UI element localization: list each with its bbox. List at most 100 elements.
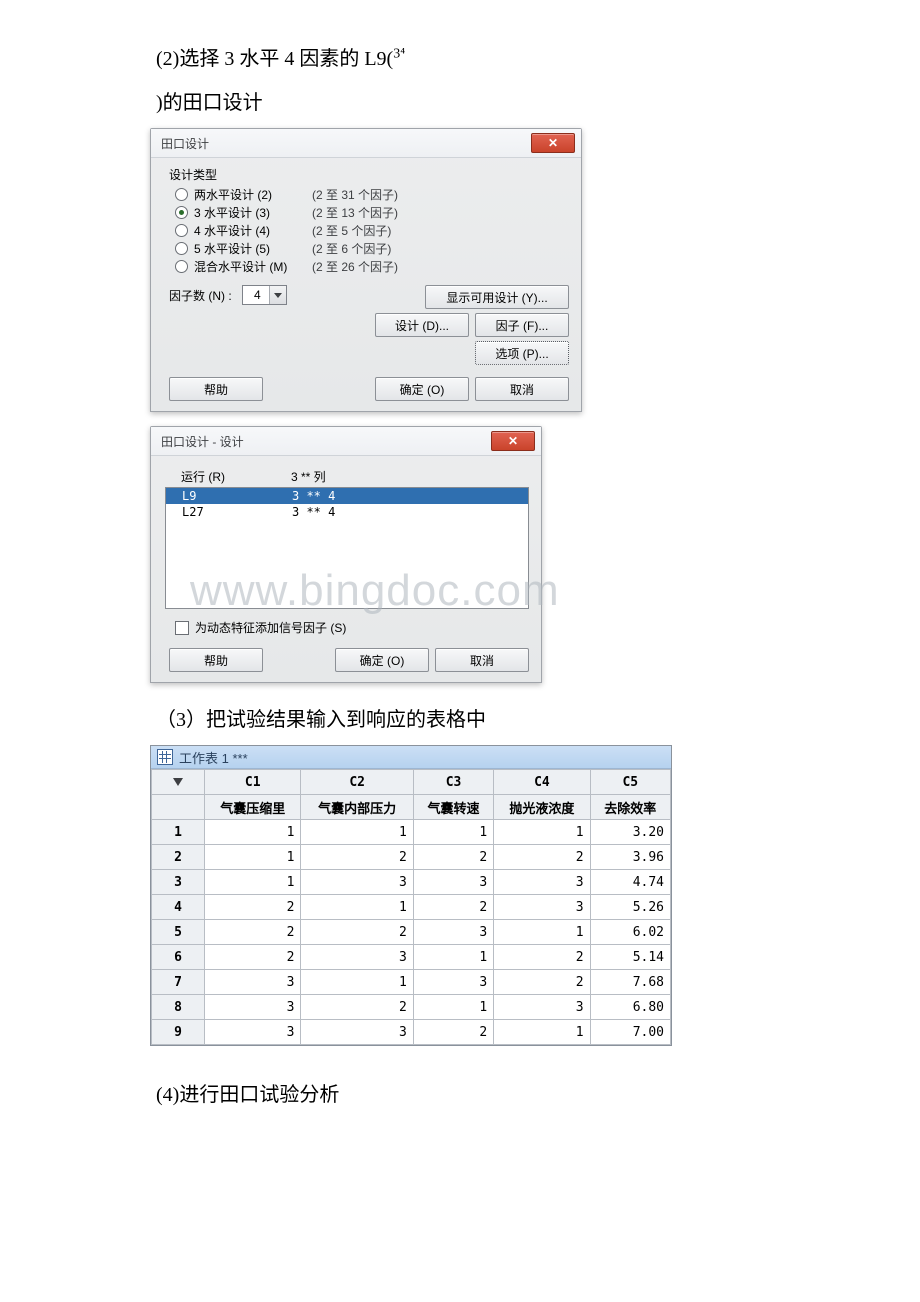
cell[interactable]: 2 (413, 1020, 493, 1045)
col-header[interactable]: C5 (590, 770, 670, 795)
row-header[interactable]: 2 (152, 845, 205, 870)
options-button[interactable]: 选项 (P)... (475, 341, 569, 365)
cell[interactable]: 1 (301, 970, 413, 995)
col-header[interactable]: C3 (413, 770, 493, 795)
col-name[interactable]: 气囊内部压力 (301, 795, 413, 820)
row-header[interactable]: 8 (152, 995, 205, 1020)
cell[interactable]: 2 (494, 970, 590, 995)
col-name[interactable]: 气囊转速 (413, 795, 493, 820)
radio-2level[interactable]: 两水平设计 (2) (2 至 31 个因子) (165, 185, 569, 203)
cell[interactable]: 1 (413, 945, 493, 970)
cell[interactable]: 2 (494, 945, 590, 970)
table-corner[interactable] (152, 770, 205, 795)
table-row[interactable]: 832136.80 (152, 995, 671, 1020)
cell[interactable]: 2 (494, 845, 590, 870)
table-row[interactable]: 111113.20 (152, 820, 671, 845)
cell[interactable]: 2 (413, 895, 493, 920)
cell[interactable]: 4.74 (590, 870, 670, 895)
table-row[interactable]: 522316.02 (152, 920, 671, 945)
cell[interactable]: 2 (205, 920, 301, 945)
cell[interactable]: 1 (494, 920, 590, 945)
radio-icon (175, 206, 188, 219)
row-header[interactable]: 9 (152, 1020, 205, 1045)
list-item[interactable]: L27 3 ** 4 (166, 504, 528, 520)
row-header[interactable]: 7 (152, 970, 205, 995)
show-designs-button[interactable]: 显示可用设计 (Y)... (425, 285, 569, 309)
radio-icon (175, 188, 188, 201)
cell[interactable]: 7.00 (590, 1020, 670, 1045)
cell[interactable]: 3.20 (590, 820, 670, 845)
col-header[interactable]: C4 (494, 770, 590, 795)
design-button[interactable]: 设计 (D)... (375, 313, 469, 337)
cell[interactable]: 3.96 (590, 845, 670, 870)
factors-button[interactable]: 因子 (F)... (475, 313, 569, 337)
radio-5level[interactable]: 5 水平设计 (5) (2 至 6 个因子) (165, 239, 569, 257)
cell[interactable]: 6.02 (590, 920, 670, 945)
signal-factor-checkbox[interactable]: 为动态特征添加信号因子 (S) (175, 619, 529, 636)
list-item[interactable]: L9 3 ** 4 (166, 488, 528, 504)
data-table[interactable]: C1 C2 C3 C4 C5 气囊压缩里 气囊内部压力 气囊转速 抛光液浓度 去… (151, 769, 671, 1045)
close-button[interactable]: ✕ (531, 133, 575, 153)
cell[interactable]: 3 (205, 970, 301, 995)
close-button[interactable]: ✕ (491, 431, 535, 451)
cell[interactable]: 3 (301, 1020, 413, 1045)
cell[interactable]: 6.80 (590, 995, 670, 1020)
cell[interactable]: 2 (205, 945, 301, 970)
cell[interactable]: 3 (413, 920, 493, 945)
cell[interactable]: 3 (413, 970, 493, 995)
cell[interactable]: 3 (301, 870, 413, 895)
row-header[interactable]: 3 (152, 870, 205, 895)
cell[interactable]: 1 (413, 995, 493, 1020)
cell[interactable]: 1 (205, 870, 301, 895)
cell[interactable]: 3 (301, 945, 413, 970)
col-header[interactable]: C2 (301, 770, 413, 795)
ok-button[interactable]: 确定 (O) (375, 377, 469, 401)
cell[interactable]: 1 (494, 820, 590, 845)
cell[interactable]: 7.68 (590, 970, 670, 995)
row-header[interactable]: 6 (152, 945, 205, 970)
table-row[interactable]: 731327.68 (152, 970, 671, 995)
cell[interactable]: 1 (205, 845, 301, 870)
cell[interactable]: 1 (301, 895, 413, 920)
cell[interactable]: 5.14 (590, 945, 670, 970)
factor-count-combo[interactable]: 4 (242, 285, 287, 305)
help-button[interactable]: 帮助 (169, 648, 263, 672)
cell[interactable]: 3 (494, 870, 590, 895)
cell[interactable]: 3 (205, 1020, 301, 1045)
col-header[interactable]: C1 (205, 770, 301, 795)
cell[interactable]: 2 (205, 895, 301, 920)
table-row[interactable]: 933217.00 (152, 1020, 671, 1045)
radio-3level[interactable]: 3 水平设计 (3) (2 至 13 个因子) (165, 203, 569, 221)
table-row[interactable]: 212223.96 (152, 845, 671, 870)
radio-4level[interactable]: 4 水平设计 (4) (2 至 5 个因子) (165, 221, 569, 239)
cell[interactable]: 2 (301, 995, 413, 1020)
col-name[interactable]: 去除效率 (590, 795, 670, 820)
cell[interactable]: 2 (301, 845, 413, 870)
cell[interactable]: 3 (205, 995, 301, 1020)
radio-mixed[interactable]: 混合水平设计 (M) (2 至 26 个因子) (165, 257, 569, 275)
cell[interactable]: 3 (494, 995, 590, 1020)
cell[interactable]: 3 (413, 870, 493, 895)
table-row[interactable]: 421235.26 (152, 895, 671, 920)
cell[interactable]: 1 (494, 1020, 590, 1045)
col-name[interactable]: 抛光液浓度 (494, 795, 590, 820)
table-row[interactable]: 623125.14 (152, 945, 671, 970)
design-list[interactable]: L9 3 ** 4 L27 3 ** 4 (165, 487, 529, 609)
cell[interactable]: 5.26 (590, 895, 670, 920)
table-row[interactable]: 313334.74 (152, 870, 671, 895)
cancel-button[interactable]: 取消 (435, 648, 529, 672)
cancel-button[interactable]: 取消 (475, 377, 569, 401)
cell[interactable]: 2 (301, 920, 413, 945)
help-button[interactable]: 帮助 (169, 377, 263, 401)
cell[interactable]: 1 (413, 820, 493, 845)
row-header[interactable]: 5 (152, 920, 205, 945)
row-header[interactable]: 1 (152, 820, 205, 845)
ok-button[interactable]: 确定 (O) (335, 648, 429, 672)
cell[interactable]: 1 (301, 820, 413, 845)
cell[interactable]: 2 (413, 845, 493, 870)
cell[interactable]: 3 (494, 895, 590, 920)
radio-icon (175, 242, 188, 255)
col-name[interactable]: 气囊压缩里 (205, 795, 301, 820)
row-header[interactable]: 4 (152, 895, 205, 920)
cell[interactable]: 1 (205, 820, 301, 845)
